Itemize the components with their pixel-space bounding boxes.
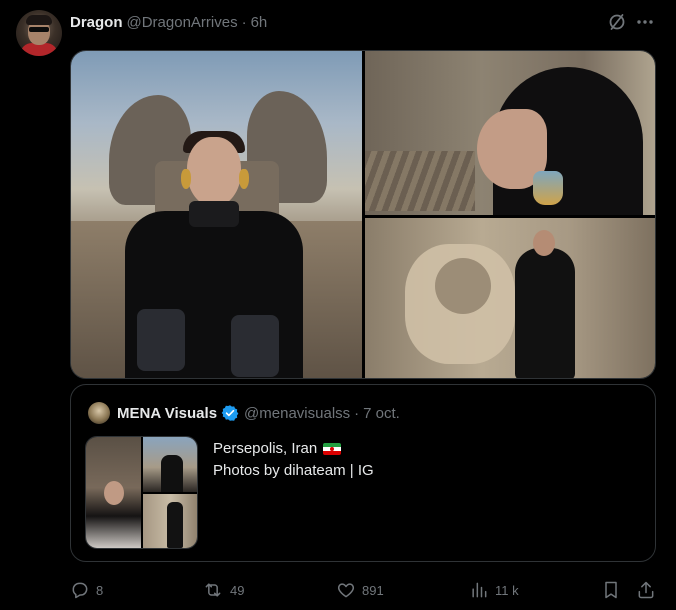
- views-button[interactable]: 11 k: [469, 579, 519, 601]
- quoted-photo-griffin: [143, 437, 197, 492]
- like-button[interactable]: 891: [336, 579, 384, 601]
- share-button[interactable]: [636, 579, 656, 601]
- quoted-media-grid[interactable]: [85, 436, 198, 549]
- grok-button[interactable]: [606, 11, 628, 33]
- author-display-name[interactable]: Dragon: [70, 14, 123, 31]
- stone-relief: [365, 151, 475, 211]
- bar-chart-icon: [472, 582, 487, 598]
- photo-model-griffin-capital[interactable]: [71, 51, 362, 378]
- tweet-timestamp[interactable]: 6h: [251, 14, 268, 31]
- photo-model-profile[interactable]: [365, 51, 655, 215]
- author-avatar[interactable]: [16, 10, 62, 56]
- media-grid: [70, 50, 656, 379]
- earring-right: [239, 169, 249, 189]
- quoted-author-display-name[interactable]: MENA Visuals: [117, 405, 217, 422]
- header-separator: ·: [241, 13, 247, 31]
- quoted-photo-face: [104, 481, 124, 505]
- verified-badge-icon: [221, 404, 239, 422]
- share-upload-icon: [638, 581, 654, 599]
- quoted-photo-figure: [161, 455, 183, 492]
- turquoise-earring: [533, 171, 563, 205]
- model-scarf: [189, 201, 239, 227]
- quoted-author-avatar[interactable]: [88, 402, 110, 424]
- quoted-author-handle[interactable]: @menavisualss: [244, 405, 350, 422]
- quoted-tweet-text: Persepolis, Iran Photos by dihateam | IG: [213, 438, 374, 482]
- avatar-hair: [26, 15, 52, 25]
- quoted-tweet-header: MENA Visuals @menavisualss · 7 oct.: [117, 403, 400, 423]
- reply-count: 8: [96, 582, 104, 598]
- retweet-icon: [205, 583, 221, 597]
- grok-slash-circle-icon: [609, 14, 625, 30]
- embroidery-right: [231, 315, 279, 377]
- model-face: [187, 137, 241, 207]
- lion-mane: [435, 258, 491, 314]
- quoted-photo-relief: [143, 494, 197, 548]
- like-count: 891: [362, 582, 384, 598]
- embroidery-left: [137, 309, 185, 371]
- bookmark-icon: [605, 581, 617, 599]
- quoted-tweet[interactable]: MENA Visuals @menavisualss · 7 oct. Pers…: [70, 384, 656, 562]
- earring-left: [181, 169, 191, 189]
- more-options-button[interactable]: [634, 11, 656, 33]
- quoted-header-separator: ·: [354, 404, 360, 422]
- tweet-card[interactable]: Dragon @DragonArrives · 6h MENA Visuals …: [0, 0, 676, 610]
- tweet-header: Dragon @DragonArrives · 6h: [70, 12, 267, 32]
- quoted-text-line1: Persepolis, Iran: [213, 440, 318, 457]
- iran-flag-icon: [323, 443, 342, 455]
- photo-model-lion-relief[interactable]: [365, 218, 655, 378]
- heart-icon: [337, 583, 355, 598]
- more-dots-icon: [637, 20, 653, 24]
- model-standing-head: [533, 230, 555, 256]
- reply-button[interactable]: 8: [70, 579, 103, 601]
- avatar-glasses: [29, 27, 49, 32]
- model-standing: [515, 248, 575, 378]
- author-handle[interactable]: @DragonArrives: [127, 14, 238, 31]
- bookmark-button[interactable]: [601, 579, 621, 601]
- views-count: 11 k: [495, 582, 519, 598]
- retweet-button[interactable]: 49: [202, 579, 244, 601]
- quoted-text-line2: Photos by dihateam | IG: [213, 462, 374, 479]
- quoted-tweet-date[interactable]: 7 oct.: [363, 405, 400, 422]
- retweet-count: 49: [230, 582, 245, 598]
- quoted-photo-figure-standing: [167, 502, 183, 548]
- quoted-photo-profile: [86, 437, 141, 548]
- reply-bubble-icon: [72, 582, 88, 599]
